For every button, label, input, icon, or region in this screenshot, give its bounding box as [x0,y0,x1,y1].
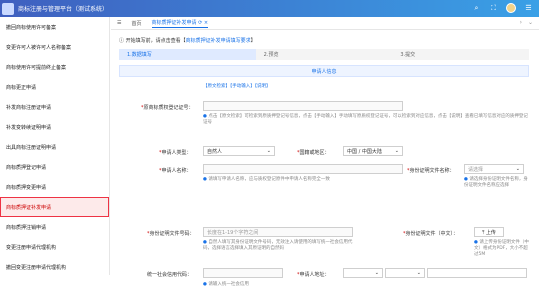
tab-pledge-reissue[interactable]: 商标质押证补发申请 ⟳ × [151,19,209,28]
sidebar: 撤回商标使用许可备案 变更许可人被许可人名称备案 商标使用许可提前终止备案 商标… [0,17,110,275]
chevron-right-icon[interactable]: › [520,19,522,26]
applicant-type-label: *申请人类型： [159,150,192,156]
credit-code-input[interactable] [203,268,283,278]
id-file-name-hint: ● 请选择身份证明文件名称，身份证明文件名称应选择 [464,177,528,188]
fullscreen-icon[interactable]: ⛶ [489,4,498,13]
sidebar-item[interactable]: 商标质押登记申请 [0,157,109,177]
upload-button[interactable]: ⤒ 上传 [474,227,504,237]
chevron-down-icon[interactable]: ⌄ [528,19,533,26]
region-select[interactable]: 中国 / 中国大陆 ⌄ [343,146,403,156]
id-number-label: *身份证明文件号码： [147,231,195,237]
applicant-name-input[interactable] [203,164,403,174]
sidebar-item[interactable]: 变更注册申请代理机构 [0,237,109,257]
step-preview: 2.预览 [255,49,393,60]
sidebar-item[interactable]: 撤回商标使用许可备案 [0,17,109,37]
step-fill: 1.数据填写 [119,49,256,60]
applicant-name-label: *申请人名称： [159,168,192,174]
id-number-input[interactable]: 长度在1-19个字符之间 [203,227,353,237]
main-panel: ☰ 首页 商标质押证补发申请 ⟳ × › ⌄ ⓘ 开始填写前，请点击查看【商标质… [111,17,539,287]
reg-number-hint: ● 点击【原文检索】可检索到原质押登记号信息，点击【手动输入】手动填写原质权登记… [203,114,528,125]
step-progress: 1.数据填写 2.预览 3.提交 [119,49,530,60]
sidebar-item[interactable]: 商标质押注销申请 [0,217,109,237]
sidebar-item-active[interactable]: 商标质押证补发申请 [0,197,109,217]
sidebar-item[interactable]: 补发商标注册证申请 [0,97,109,117]
upload-hint: ● 请上传身份证明文件（中文）格式为PDF，大小不超过5M [474,240,529,257]
requirements-link[interactable]: 商标质押证补发申请填写要求 [186,38,251,44]
sidebar-item[interactable]: 出具商标注册证明申请 [0,137,109,157]
tab-home[interactable]: 首页 [131,20,141,27]
id-file-name-label: *身份证明文件名称： [407,168,455,174]
sidebar-item[interactable]: 商标使用许可提前终止备案 [0,57,109,77]
sidebar-item[interactable]: 商标质押变更申请 [0,177,109,197]
step-submit: 3.提交 [392,49,530,60]
id-file-name-select[interactable]: 请选择 ⌄ [464,164,524,174]
sidebar-item[interactable]: 补发变转续证明申请 [0,117,109,137]
lookup-links[interactable]: 【原文检索】【手动输入】【说明】 [203,83,271,89]
search-icon[interactable]: ⌕ [472,4,481,13]
applicant-type-select[interactable]: 自然人 ⌄ [203,146,275,156]
credit-code-hint: ● 请输入统一社会信用 [203,282,249,287]
id-doc-cn-label: *身份证明文件（中文）： [403,231,459,237]
app-logo [2,2,14,15]
avatar[interactable] [506,3,516,13]
address-province-select[interactable]: ⌄ [343,268,383,278]
chevron-down-icon: ⌄ [374,270,379,276]
sidebar-item[interactable]: 商标更正申请 [0,77,109,97]
tab-bar: ☰ 首页 商标质押证补发申请 ⟳ × [111,17,539,30]
menu-icon[interactable]: ☰ [524,4,533,13]
chevron-down-icon: ⌄ [416,270,421,276]
region-label: *国籍或地区： [297,150,330,156]
chevron-down-icon: ⌄ [515,166,520,172]
address-city-select[interactable]: ⌄ [385,268,425,278]
chevron-down-icon: ⌄ [394,148,399,154]
sidebar-item[interactable]: 撤回变更注册申请代理机构 [0,257,109,277]
notice: ⓘ 开始填写前，请点击查看【商标质押证补发申请填写要求】 [119,38,256,44]
hamburger-icon[interactable]: ☰ [117,20,121,26]
address-detail-input[interactable] [427,268,527,278]
applicant-name-hint: ● 请填写申请人名称，应与质权登记原件中申请人名称完全一致 [203,177,330,182]
id-number-hint: ● 自然人填写其身份证明文件号码，无效注入请使用的填写统一社会信用代码，选择语言… [203,240,353,251]
reg-number-label: *原商标质权登记证号： [141,105,194,111]
reg-number-input[interactable] [203,101,403,111]
section-title: 申请人信息 [119,65,529,77]
chevron-down-icon: ⌄ [266,148,271,154]
title-bar: 商标注册与管理平台（测试系统） ⌕ ⛶ ☰ [0,0,539,17]
sidebar-item[interactable]: 变更许可人被许可人名称备案 [0,37,109,57]
app-title: 商标注册与管理平台（测试系统） [18,6,109,13]
